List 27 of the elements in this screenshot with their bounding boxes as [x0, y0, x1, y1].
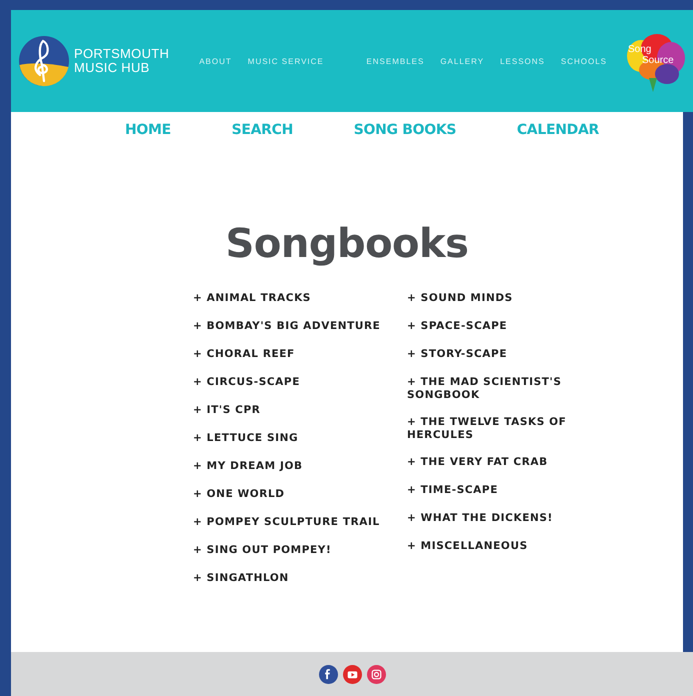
songbook-link[interactable]: + MISCELLANEOUS	[407, 533, 583, 561]
songbook-link[interactable]: + TIME-SCAPE	[407, 477, 583, 505]
songbook-link[interactable]: + POMPEY SCULPTURE TRAIL	[193, 509, 393, 537]
brand-name: PORTSMOUTH	[74, 47, 170, 61]
songbook-link[interactable]: + SOUND MINDS	[407, 285, 583, 313]
youtube-icon[interactable]	[342, 664, 362, 684]
songbook-link[interactable]: + SING OUT POMPEY!	[193, 537, 393, 565]
songbook-link[interactable]: + ANIMAL TRACKS	[193, 285, 393, 313]
songbook-link[interactable]: + SPACE-SCAPE	[407, 313, 583, 341]
songbook-link[interactable]: + CHORAL REEF	[193, 341, 393, 369]
songbook-link[interactable]: + IT'S CPR	[193, 397, 393, 425]
treble-clef-logo-icon[interactable]	[18, 35, 70, 87]
songbook-link[interactable]: + THE TWELVE TASKS OF HERCULES	[407, 409, 583, 449]
facebook-icon[interactable]	[318, 664, 338, 684]
songbook-link[interactable]: + BOMBAY'S BIG ADVENTURE	[193, 313, 393, 341]
songbook-link[interactable]: + THE MAD SCIENTIST'S SONGBOOK	[407, 369, 583, 409]
songbook-link[interactable]: + CIRCUS-SCAPE	[193, 369, 393, 397]
songbook-link[interactable]: + SINGATHLON	[193, 565, 393, 593]
page-title: Songbooks	[224, 221, 470, 267]
instagram-icon[interactable]	[366, 664, 386, 684]
songbook-link[interactable]: + WHAT THE DICKENS!	[407, 505, 583, 533]
songbook-link[interactable]: + ONE WORLD	[193, 481, 393, 509]
brand-name: MUSIC HUB	[74, 61, 151, 75]
songbook-link[interactable]: + MY DREAM JOB	[193, 453, 393, 481]
songbook-link[interactable]: + LETTUCE SING	[193, 425, 393, 453]
songbook-link[interactable]: + STORY-SCAPE	[407, 341, 583, 369]
songbook-link[interactable]: + THE VERY FAT CRAB	[407, 449, 583, 477]
